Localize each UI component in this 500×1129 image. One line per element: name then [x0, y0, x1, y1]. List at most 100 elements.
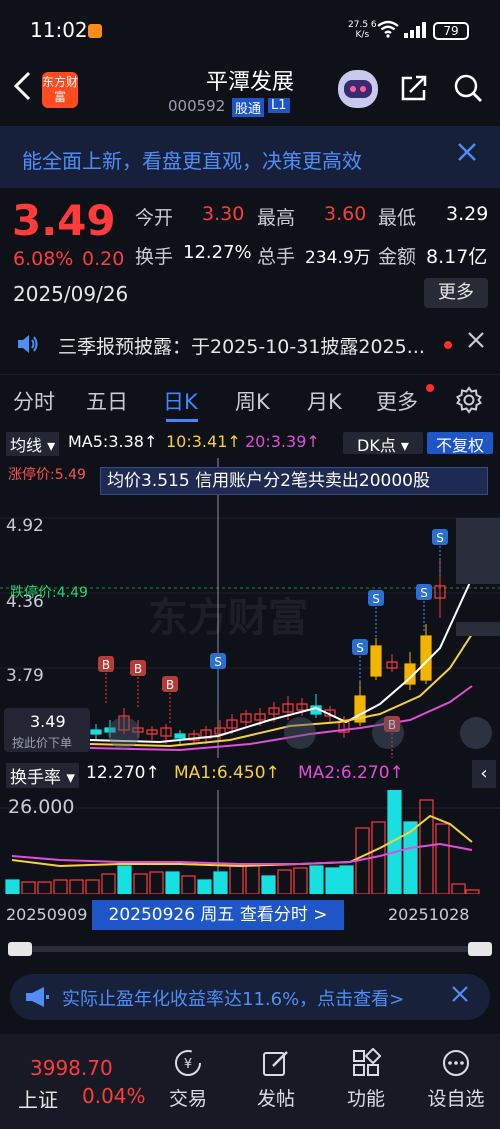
tab-intraday[interactable]: 分时 — [13, 386, 55, 416]
chart-left-arrow — [284, 717, 316, 749]
assistant-robot-icon[interactable] — [338, 70, 378, 108]
tab-daily-k[interactable]: 日K — [163, 386, 198, 416]
volume-value: 234.9万 — [305, 248, 371, 268]
nav-post[interactable]: 发帖 — [240, 1048, 312, 1111]
search-icon[interactable] — [452, 72, 484, 104]
turnover-bar — [197, 879, 212, 894]
low-value: 3.29 — [446, 203, 489, 225]
candle-body — [90, 729, 102, 735]
turnover-bar — [339, 865, 354, 894]
nav-trade-label: 交易 — [168, 1088, 207, 1110]
turnover-chart[interactable] — [0, 790, 500, 894]
collapse-panel-button[interactable]: ‹ — [472, 760, 496, 788]
volume-label: 总手 — [257, 246, 296, 268]
edit-icon — [263, 1051, 288, 1076]
turnover-bar — [5, 879, 20, 894]
wifi-icon — [376, 20, 400, 43]
adjust-mode-button[interactable]: 不复权 — [427, 432, 493, 455]
status-time: 11:02 — [30, 18, 88, 42]
more-quote-button[interactable]: 更多 — [424, 278, 488, 308]
turnover-bar — [69, 879, 84, 894]
range-handle-left[interactable] — [8, 942, 32, 956]
index-change[interactable]: 0.04% — [82, 1084, 146, 1108]
chart-prev-arrow — [108, 717, 140, 749]
announcement-close-icon[interactable] — [466, 328, 486, 356]
grid-icon — [353, 1048, 381, 1076]
index-name[interactable]: 上证 — [18, 1084, 58, 1113]
turnover-bar — [21, 881, 36, 894]
cursor-hint: 按此价下单 — [12, 736, 73, 750]
trade-marker-label: B — [102, 658, 110, 672]
promo-text: 实际止盈年化收益率达11.6%，点击查看> — [62, 989, 405, 1010]
date-start: 20250909 — [6, 905, 88, 924]
trade-marker-label: B — [166, 678, 174, 692]
tab-five-day[interactable]: 五日 — [86, 386, 128, 416]
turnover-bar — [451, 883, 466, 894]
turnover-max-label: 26.000 — [8, 796, 75, 818]
nav-add-watchlist[interactable]: 设自选 — [420, 1048, 492, 1111]
active-tab-indicator — [166, 419, 198, 422]
share-icon[interactable] — [398, 72, 430, 104]
turnover-bar — [245, 865, 260, 894]
high-label: 最高 — [257, 207, 296, 229]
chart-right-arrow — [372, 717, 404, 749]
turnover-bar — [85, 879, 100, 894]
change-amount: 0.20 — [82, 248, 125, 270]
network-speed: 27.5 6 K/s — [348, 20, 377, 40]
ma-selector[interactable]: 均线 ▾ — [6, 432, 60, 456]
trade-marker-label: S — [420, 586, 428, 600]
index-value[interactable]: 3998.70 — [30, 1056, 113, 1080]
back-button[interactable] — [12, 70, 34, 111]
nav-functions-label: 功能 — [346, 1088, 385, 1110]
open-value: 3.30 — [202, 203, 245, 225]
range-handle-right[interactable] — [468, 942, 492, 956]
level-tag: L1 — [268, 98, 290, 113]
watermark: 东方财富 — [148, 595, 308, 641]
turnover-ma1: MA1:6.450↑ — [174, 763, 280, 783]
current-price: 3.49 — [12, 196, 116, 245]
turnover-bar — [435, 823, 450, 894]
candle-body — [174, 733, 186, 739]
dk-point-selector[interactable]: DK点 ▾ — [343, 432, 423, 455]
turnover-selector-label: 换手率 — [10, 768, 61, 788]
selected-date-button[interactable]: 20250926 周五 查看分时 > — [92, 900, 344, 930]
range-scrollbar[interactable] — [8, 946, 492, 952]
turnover-selector[interactable]: 换手率 ▾ — [6, 763, 79, 788]
turnover-bar — [53, 879, 68, 894]
nav-trade[interactable]: ¥ 交易 — [152, 1048, 224, 1111]
candle-body — [370, 645, 382, 677]
turnover-bar — [149, 871, 164, 894]
turnover-bar — [465, 889, 480, 894]
future-area — [456, 518, 500, 584]
promo-close-icon[interactable] — [450, 982, 470, 1010]
notification-app-icon — [88, 24, 102, 38]
amount-value: 8.17亿 — [426, 246, 488, 268]
nav-add-watchlist-label: 设自选 — [427, 1088, 485, 1110]
turnover-bar — [277, 869, 292, 894]
turnover-bar — [309, 865, 324, 894]
open-label: 今开 — [135, 207, 174, 229]
stock-name: 平潭发展 — [205, 70, 294, 95]
date-end: 20251028 — [388, 905, 470, 924]
turnover-ma1 — [11, 814, 473, 868]
tab-monthly-k[interactable]: 月K — [307, 386, 342, 416]
ma20-value: 20:3.39↑ — [245, 432, 320, 451]
price-label-4: 3.79 — [6, 666, 44, 686]
tab-more-dot — [426, 384, 434, 392]
dk-label: DK点 — [357, 436, 396, 455]
gear-icon[interactable] — [455, 386, 483, 414]
app-logo: 东方财富 — [42, 72, 78, 108]
trade-marker-label: S — [436, 531, 444, 545]
banner-close-icon[interactable] — [456, 140, 478, 170]
battery-icon: 79 — [433, 22, 469, 40]
nav-functions[interactable]: 功能 — [330, 1048, 402, 1111]
turnover-bar — [37, 881, 52, 894]
turnover-bar — [325, 867, 340, 894]
low-label: 最低 — [378, 207, 417, 229]
tab-more[interactable]: 更多 — [376, 386, 418, 416]
tab-weekly-k[interactable]: 周K — [235, 386, 270, 416]
change-percent: 6.08% — [13, 248, 74, 270]
net-speed-unit: K/s — [355, 30, 370, 40]
turnover-label: 换手 — [135, 246, 174, 268]
future-area — [456, 622, 500, 636]
